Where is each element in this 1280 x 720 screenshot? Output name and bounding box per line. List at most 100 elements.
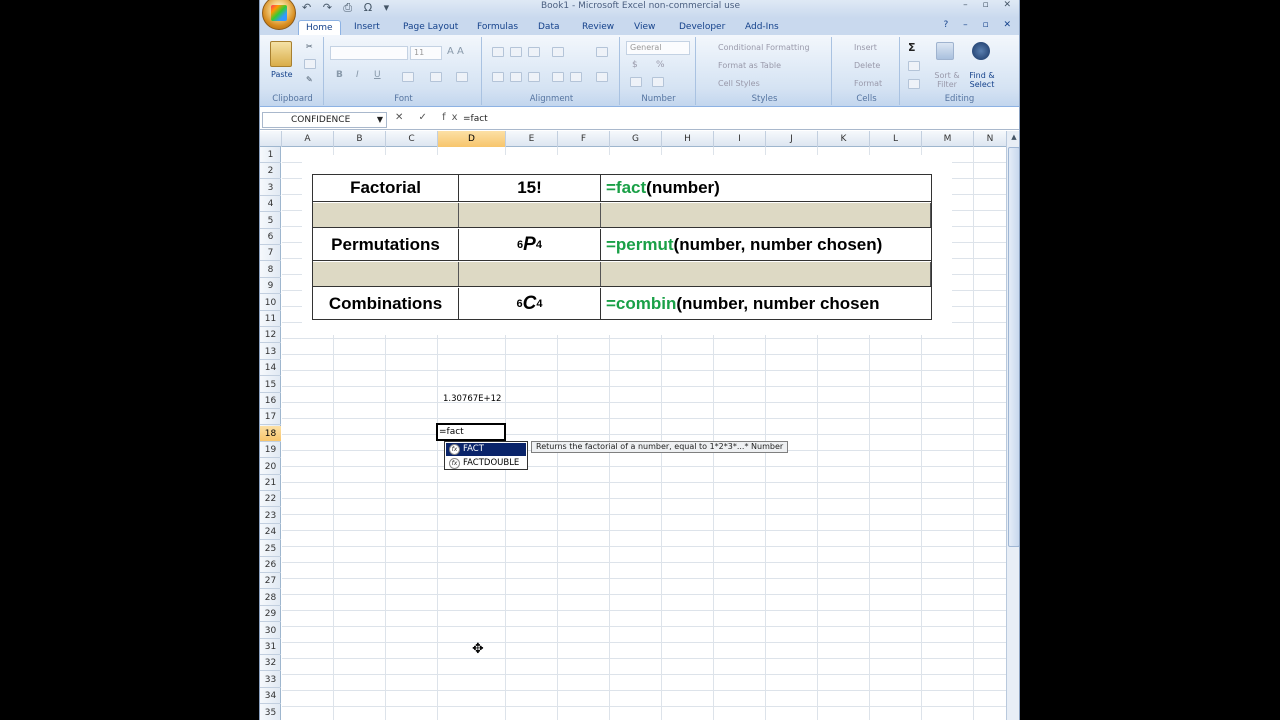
sort-filter-icon[interactable] <box>936 42 954 60</box>
row-header[interactable]: 19 <box>260 442 281 459</box>
grow-font-icon[interactable]: A A <box>447 46 464 57</box>
tab-developer[interactable]: Developer <box>672 20 732 35</box>
tab-page-layout[interactable]: Page Layout <box>396 20 465 35</box>
decrease-indent-icon[interactable] <box>552 72 564 82</box>
tab-formulas[interactable]: Formulas <box>470 20 525 35</box>
orientation-icon[interactable] <box>552 47 564 57</box>
cell-d16-value[interactable]: 1.30767E+12 <box>443 394 501 404</box>
formula-input[interactable]: =fact <box>460 112 1010 128</box>
row-header[interactable]: 27 <box>260 573 281 590</box>
font-color-icon[interactable] <box>456 72 468 82</box>
row-header[interactable]: 4 <box>260 196 281 213</box>
row-header[interactable]: 30 <box>260 623 281 639</box>
italic-button[interactable]: I <box>356 70 359 80</box>
column-header-c[interactable]: C <box>386 131 438 147</box>
row-header[interactable]: 22 <box>260 491 281 508</box>
column-header-j[interactable]: J <box>766 131 818 147</box>
tab-view[interactable]: View <box>627 20 662 35</box>
row-header[interactable]: 6 <box>260 229 281 245</box>
row-header[interactable]: 12 <box>260 327 281 344</box>
number-format-box[interactable]: General <box>626 41 690 55</box>
row-header[interactable]: 31 <box>260 639 281 655</box>
row-header[interactable]: 33 <box>260 672 281 688</box>
borders-icon[interactable] <box>402 72 414 82</box>
autosum-icon[interactable]: Σ <box>908 41 916 54</box>
tab-add-ins[interactable]: Add-Ins <box>738 20 786 35</box>
column-header-g[interactable]: G <box>610 131 662 147</box>
binoculars-icon[interactable] <box>972 42 990 60</box>
row-header[interactable]: 9 <box>260 278 281 295</box>
copy-icon[interactable] <box>304 59 316 69</box>
column-header-h[interactable]: H <box>662 131 714 147</box>
window-controls[interactable]: – ▫ ✕ <box>963 0 1017 10</box>
scroll-up-icon[interactable]: ▲ <box>1007 133 1019 145</box>
increase-decimal-icon[interactable] <box>630 77 642 87</box>
scroll-thumb[interactable] <box>1008 147 1019 547</box>
align-middle-icon[interactable] <box>510 47 522 57</box>
fill-color-icon[interactable] <box>430 72 442 82</box>
row-header[interactable]: 23 <box>260 508 281 524</box>
column-header-i[interactable]: I <box>714 131 766 147</box>
column-header-d[interactable]: D <box>438 131 506 147</box>
row-header[interactable]: 16 <box>260 393 281 409</box>
align-left-icon[interactable] <box>492 72 504 82</box>
row-header[interactable]: 1 <box>260 147 281 163</box>
column-header-f[interactable]: F <box>558 131 610 147</box>
row-header[interactable]: 3 <box>260 180 281 196</box>
name-box-dropdown-icon[interactable]: ▼ <box>377 113 383 127</box>
row-header[interactable]: 24 <box>260 524 281 541</box>
decrease-decimal-icon[interactable] <box>652 77 664 87</box>
row-header[interactable]: 18 <box>260 425 281 442</box>
worksheet-grid[interactable]: A B C D E F G H I J K L M N 1 2 3 4 5 6 7 8 9 10 1… <box>260 131 1019 720</box>
increase-indent-icon[interactable] <box>570 72 582 82</box>
row-header[interactable]: 7 <box>260 245 281 262</box>
delete-cells-button[interactable]: Delete <box>854 61 880 70</box>
row-header[interactable]: 17 <box>260 409 281 426</box>
row-header[interactable]: 14 <box>260 360 281 377</box>
column-header-n[interactable]: N <box>974 131 1006 147</box>
help-and-ribbon-controls[interactable]: ? – ▫ ✕ <box>944 20 1018 30</box>
merge-center-icon[interactable] <box>596 72 608 82</box>
insert-cells-button[interactable]: Insert <box>854 43 877 52</box>
tab-review[interactable]: Review <box>575 20 621 35</box>
row-header[interactable]: 20 <box>260 459 281 475</box>
column-header-m[interactable]: M <box>922 131 974 147</box>
tab-insert[interactable]: Insert <box>347 20 387 35</box>
row-header[interactable]: 35 <box>260 705 281 720</box>
row-header[interactable]: 13 <box>260 344 281 360</box>
align-center-icon[interactable] <box>510 72 522 82</box>
font-name-box[interactable] <box>330 46 408 60</box>
row-header[interactable]: 26 <box>260 557 281 573</box>
row-header[interactable]: 25 <box>260 541 281 557</box>
font-size-box[interactable]: 11 <box>410 46 442 60</box>
cell-styles-button[interactable]: Cell Styles <box>718 79 760 88</box>
currency-button[interactable]: $ <box>632 60 638 70</box>
column-header-b[interactable]: B <box>334 131 386 147</box>
column-header-l[interactable]: L <box>870 131 922 147</box>
row-header[interactable]: 29 <box>260 606 281 623</box>
tab-home[interactable]: Home <box>298 20 341 35</box>
format-cells-button[interactable]: Format <box>854 79 882 88</box>
paste-label[interactable]: Paste <box>271 70 293 79</box>
row-header[interactable]: 5 <box>260 213 281 229</box>
align-top-icon[interactable] <box>492 47 504 57</box>
tab-data[interactable]: Data <box>531 20 567 35</box>
bold-button[interactable]: B <box>336 70 343 80</box>
column-header-k[interactable]: K <box>818 131 870 147</box>
row-header[interactable]: 15 <box>260 377 281 393</box>
align-bottom-icon[interactable] <box>528 47 540 57</box>
formula-buttons[interactable]: ✕ ✓ fx <box>395 112 464 123</box>
vertical-scrollbar[interactable]: ▲ <box>1006 131 1019 720</box>
row-header[interactable]: 11 <box>260 311 281 327</box>
row-header[interactable]: 34 <box>260 688 281 705</box>
row-header[interactable]: 10 <box>260 295 281 311</box>
fill-icon[interactable] <box>908 61 920 71</box>
clear-icon[interactable] <box>908 79 920 89</box>
percent-button[interactable]: % <box>656 60 665 70</box>
column-header-a[interactable]: A <box>282 131 334 147</box>
autocomplete-item-fact[interactable]: fx FACT <box>446 443 526 456</box>
column-header-e[interactable]: E <box>506 131 558 147</box>
row-header[interactable]: 28 <box>260 590 281 606</box>
format-as-table-button[interactable]: Format as Table <box>718 61 781 70</box>
wrap-text-icon[interactable] <box>596 47 608 57</box>
